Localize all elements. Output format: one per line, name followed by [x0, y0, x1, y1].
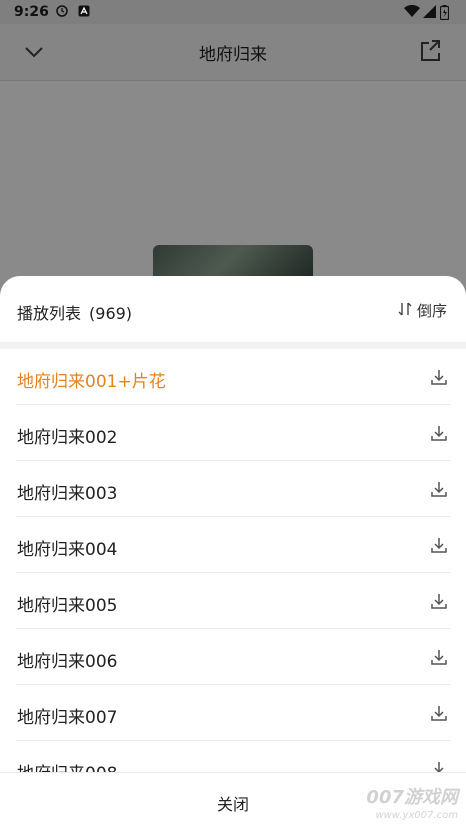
a-notification-icon — [78, 5, 90, 17]
wifi-icon — [404, 4, 420, 22]
sheet-footer: 关闭 007游戏网 www.yx007.com — [0, 772, 466, 828]
signal-icon — [423, 5, 436, 22]
app-bar: 地府归来 — [0, 24, 466, 81]
download-icon[interactable] — [429, 591, 449, 615]
sort-label: 倒序 — [417, 302, 448, 320]
playlist-title-text: 播放列表 — [17, 304, 82, 323]
playlist-title: 播放列表 (969) — [17, 300, 132, 324]
download-icon[interactable] — [429, 703, 449, 727]
episode-item[interactable]: 地府归来007 — [16, 685, 450, 741]
playlist-header: 播放列表 (969) 倒序 — [0, 276, 466, 342]
download-icon[interactable] — [429, 535, 449, 559]
episode-label: 地府归来001+片花 — [17, 372, 166, 392]
watermark-sub: www.yx007.com — [375, 810, 458, 821]
share-icon[interactable] — [418, 38, 444, 68]
episode-label: 地府归来007 — [17, 708, 118, 728]
sort-button[interactable]: 倒序 — [397, 300, 447, 321]
episode-item[interactable]: 地府归来004 — [16, 517, 450, 573]
episode-item[interactable]: 地府归来002 — [16, 405, 450, 461]
download-icon[interactable] — [429, 423, 449, 447]
episode-item[interactable]: 地府归来001+片花 — [16, 349, 450, 405]
episode-item[interactable]: 地府归来003 — [16, 461, 450, 517]
status-time: 9:26 — [14, 4, 49, 20]
download-icon[interactable] — [429, 367, 449, 391]
watermark-main: 007游戏网 — [366, 787, 458, 808]
battery-icon — [439, 5, 450, 24]
sort-icon — [397, 301, 417, 321]
playlist-count: (969) — [89, 304, 133, 323]
episode-label: 地府归来005 — [17, 596, 118, 616]
watermark: 007游戏网 www.yx007.com — [366, 789, 458, 825]
episode-label: 地府归来006 — [17, 652, 118, 672]
divider — [0, 342, 466, 349]
episode-item[interactable]: 地府归来006 — [16, 629, 450, 685]
episode-label: 地府归来004 — [17, 540, 118, 560]
episode-list[interactable]: 地府归来001+片花 地府归来002 地府归来003 地府归来004 地府归来0… — [0, 349, 466, 797]
page-title: 地府归来 — [199, 45, 267, 65]
download-icon[interactable] — [429, 479, 449, 503]
episode-label: 地府归来003 — [17, 484, 118, 504]
playlist-sheet: 播放列表 (969) 倒序 地府归来001+片花 地府归来002 地府归来003 — [0, 276, 466, 828]
episode-label: 地府归来002 — [17, 428, 118, 448]
download-icon[interactable] — [429, 647, 449, 671]
status-bar: 9:26 — [0, 0, 466, 24]
media-icon — [56, 5, 68, 17]
episode-item[interactable]: 地府归来005 — [16, 573, 450, 629]
